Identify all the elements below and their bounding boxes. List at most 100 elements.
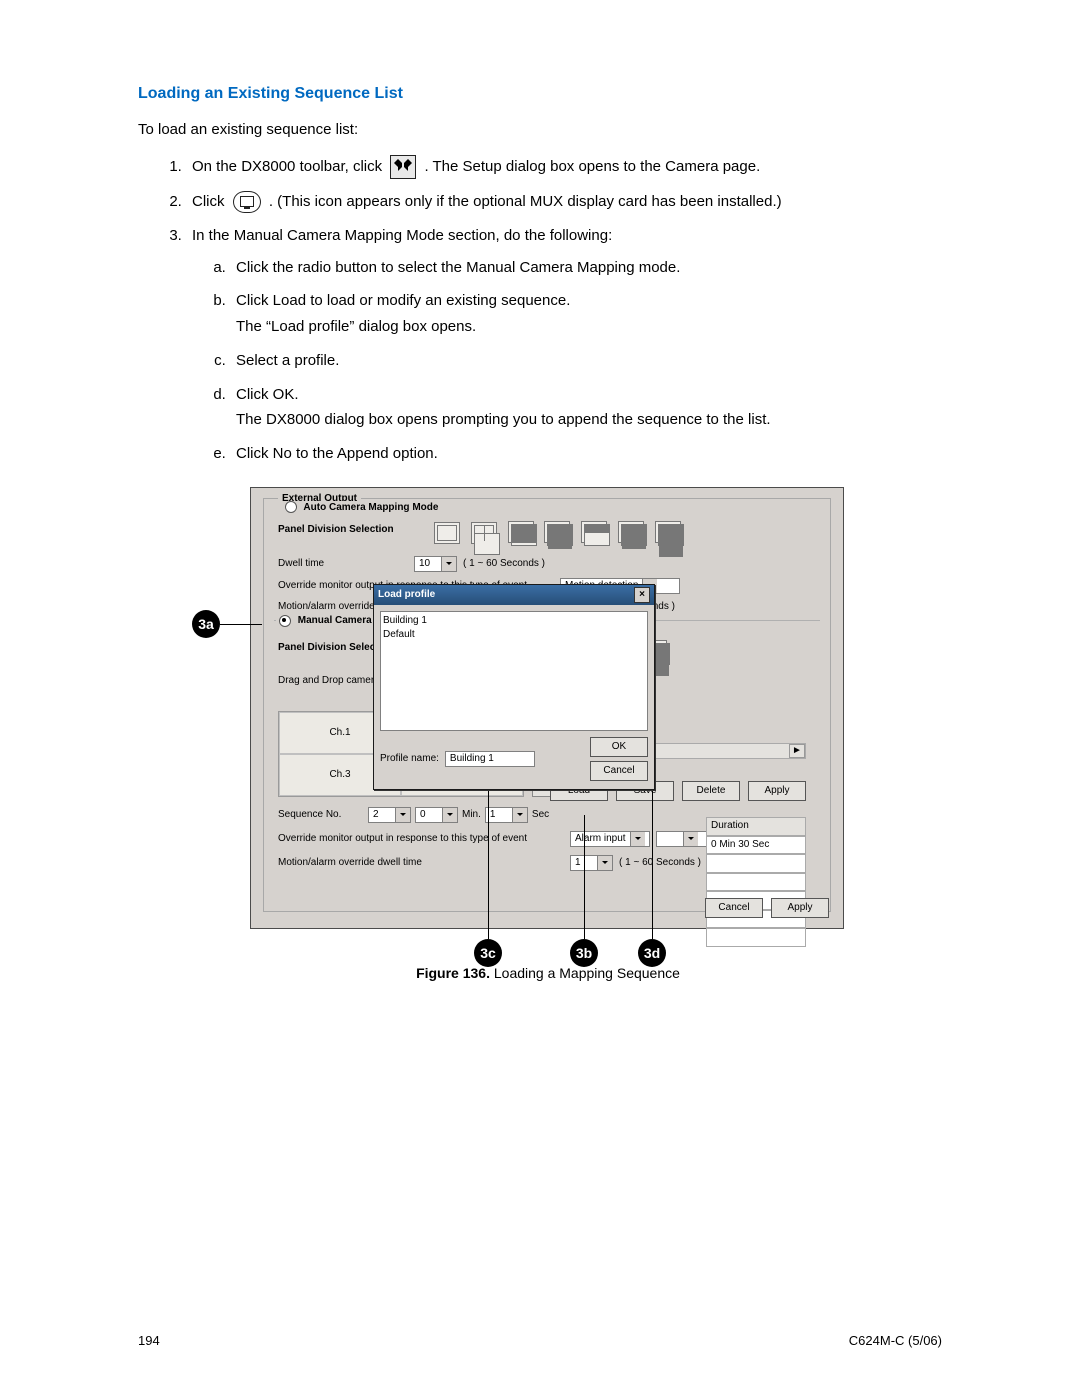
doc-id: C624M-C (5/06) [849,1332,942,1351]
figure-caption-text: Loading a Mapping Sequence [490,965,680,981]
sub-a: Click the radio button to select the Man… [230,257,942,279]
second-select[interactable]: 1 [485,807,528,823]
second-label: Sec [532,808,549,823]
chevron-down-icon [395,808,410,822]
md-dwell-hint: ( 1 ~ 60 Seconds ) [619,856,701,871]
chevron-down-icon [512,808,527,822]
duration-row3 [706,873,806,892]
minute-label: Min. [462,808,481,823]
sub-c: Select a profile. [230,350,942,372]
external-output-dialog: External Output Auto Camera Mapping Mode… [250,487,844,929]
override-event-label-2: Override monitor output in response to t… [278,832,564,847]
chevron-down-icon [441,557,456,571]
section-title: Loading an Existing Sequence List [138,82,942,105]
auto-mode-label: Auto Camera Mapping Mode [303,502,438,513]
sub-e-text: Click No to the Append option. [236,445,438,462]
override-event-value-2: Alarm input [571,832,630,847]
chevron-down-icon [597,856,612,870]
sub-b: Click Load to load or modify an existing… [230,290,942,338]
figure-wrap: External Output Auto Camera Mapping Mode… [198,487,898,983]
page-footer: 194 C624M-C (5/06) [138,1332,942,1351]
layout-icons-row [434,521,820,550]
layout-4-icon[interactable] [471,522,497,544]
intro-text: To load an existing sequence list: [138,119,942,141]
load-profile-title: Load profile [378,588,435,603]
delete-button[interactable]: Delete [682,781,740,801]
override-event-value-3 [657,832,683,847]
figure-caption: Figure 136. Loading a Mapping Sequence [198,963,898,983]
manual-mode-group: Manual Camera M [276,614,386,629]
callout-3c: 3c [474,939,502,967]
sub-d: Click OK. The DX8000 dialog box opens pr… [230,384,942,432]
step-3: In the Manual Camera Mapping Mode sectio… [186,225,942,465]
apply-button[interactable]: Apply [748,781,806,801]
scroll-right-icon[interactable]: ► [789,744,805,758]
setup-icon [390,155,416,179]
md-dwell-select[interactable]: 1 [570,855,613,871]
sub-a-text: Click the radio button to select the Man… [236,259,680,276]
override-event-select-2[interactable]: Alarm input [570,831,650,847]
profile-list[interactable]: Building 1 Default [380,611,648,731]
ok-button[interactable]: OK [590,737,648,757]
apply-button-2[interactable]: Apply [771,898,829,918]
manual-mode-label: Manual Camera M [298,615,383,626]
layout-6-icon[interactable] [581,521,607,543]
callout-3d: 3d [638,939,666,967]
mux-display-icon [233,191,261,213]
profile-name-label: Profile name: [380,752,439,767]
step-1-text-a: On the DX8000 toolbar, click [192,158,382,175]
profile-name-input[interactable]: Building 1 [445,751,535,767]
dwell-time-hint: ( 1 ~ 60 Seconds ) [463,557,545,572]
duration-header: Duration [706,817,806,836]
sequence-no-value: 2 [369,808,395,823]
duration-row1: 0 Min 30 Sec [706,836,806,855]
sub-b-text1: Click Load to load or modify an existing… [236,292,570,309]
manual-mode-radio[interactable] [279,615,291,627]
sub-e: Click No to the Append option. [230,443,942,465]
chevron-down-icon [630,832,645,846]
close-icon[interactable]: × [634,587,650,603]
profile-item-1[interactable]: Default [383,628,645,643]
sub-d-text2: The DX8000 dialog box opens prompting yo… [236,409,942,431]
page-number: 194 [138,1332,160,1351]
layout-9-icon[interactable] [508,521,534,543]
duration-row2 [706,854,806,873]
minute-select[interactable]: 0 [415,807,458,823]
auto-mode-group: Auto Camera Mapping Mode [282,501,441,516]
chevron-down-icon [683,832,698,846]
callout-3b: 3b [570,939,598,967]
md-dwell-label: Motion/alarm override dwell time [278,856,564,871]
dwell-time-label: Dwell time [278,557,408,572]
load-profile-dialog: Load profile × Building 1 Default Profil… [373,584,655,790]
chevron-down-icon [442,808,457,822]
layout-16-icon[interactable] [655,521,681,543]
sub-b-text2: The “Load profile” dialog box opens. [236,316,942,338]
dwell-time-select[interactable]: 10 [414,556,457,572]
sequence-no-select[interactable]: 2 [368,807,411,823]
minute-value: 0 [416,808,442,823]
figure-number: Figure 136. [416,965,490,981]
layout-12-icon[interactable] [544,521,570,543]
sub-c-text: Select a profile. [236,352,339,369]
step-2-text-a: Click [192,193,225,210]
duration-row6 [706,928,806,947]
dwell-time-value: 10 [415,557,441,572]
auto-mode-radio[interactable] [285,501,297,513]
sub-d-text1: Click OK. [236,386,299,403]
sub-steps: Click the radio button to select the Man… [192,257,942,465]
cancel-button[interactable]: Cancel [705,898,763,918]
sequence-no-label: Sequence No. [278,808,364,823]
step-3-text: In the Manual Camera Mapping Mode sectio… [192,227,612,244]
layout-12b-icon[interactable] [618,521,644,543]
step-2: Click . (This icon appears only if the o… [186,191,942,213]
step-1: On the DX8000 toolbar, click . The Setup… [186,155,942,179]
duration-table: Duration 0 Min 30 Sec [706,817,806,947]
layout-1-icon[interactable] [434,522,460,544]
main-steps: On the DX8000 toolbar, click . The Setup… [166,155,942,465]
second-value: 1 [486,808,512,823]
callout-3a: 3a [192,610,220,638]
popup-cancel-button[interactable]: Cancel [590,761,648,781]
profile-item-0[interactable]: Building 1 [383,614,645,629]
step-1-text-b: . The Setup dialog box opens to the Came… [424,158,760,175]
step-2-text-b: . (This icon appears only if the optiona… [269,193,782,210]
